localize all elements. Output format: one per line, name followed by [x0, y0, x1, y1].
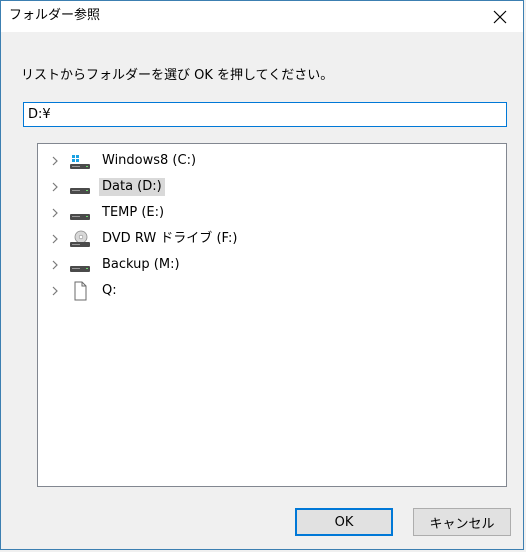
tree-item-label: Windows8 (C:) [102, 153, 197, 168]
chevron-right-icon[interactable] [48, 154, 62, 168]
close-button[interactable] [477, 1, 523, 32]
chevron-right-icon[interactable] [48, 180, 62, 194]
instruction-text: リストからフォルダーを選び OK を押してください。 [21, 68, 334, 83]
tree-item-d-drive[interactable]: Data (D:) [38, 175, 506, 199]
folder-browse-dialog: フォルダー参照 リストからフォルダーを選び OK を押してください。 D:¥ W… [0, 0, 524, 550]
tree-item-f-drive[interactable]: DVD RW ドライブ (F:) [38, 227, 506, 251]
tree-item-c-drive[interactable]: Windows8 (C:) [38, 149, 506, 173]
tree-item-label: Backup (M:) [102, 257, 180, 272]
close-icon [493, 10, 507, 23]
dvd-drive-icon [68, 229, 92, 249]
dialog-title: フォルダー参照 [9, 8, 101, 23]
path-input[interactable] [23, 102, 507, 127]
chevron-right-icon[interactable] [48, 232, 62, 246]
folder-tree[interactable]: Windows8 (C:) Data (D:) TEMP (E:) DVD RW… [37, 143, 507, 487]
cancel-button[interactable]: キャンセル [413, 508, 511, 536]
tree-item-label: Q: [102, 283, 117, 298]
tree-item-label: TEMP (E:) [102, 205, 165, 220]
drive-icon [68, 177, 92, 197]
chevron-right-icon[interactable] [48, 258, 62, 272]
document-icon [68, 281, 92, 301]
tree-item-q-drive[interactable]: Q: [38, 279, 506, 303]
tree-item-label: DVD RW ドライブ (F:) [102, 231, 238, 246]
title-bar: フォルダー参照 [1, 1, 523, 32]
chevron-right-icon[interactable] [48, 284, 62, 298]
drive-icon [68, 203, 92, 223]
ok-button[interactable]: OK [295, 508, 393, 536]
tree-item-label: Data (D:) [99, 178, 165, 196]
tree-item-m-drive[interactable]: Backup (M:) [38, 253, 506, 277]
windows-drive-icon [68, 151, 92, 171]
drive-icon [68, 255, 92, 275]
chevron-right-icon[interactable] [48, 206, 62, 220]
tree-item-e-drive[interactable]: TEMP (E:) [38, 201, 506, 225]
